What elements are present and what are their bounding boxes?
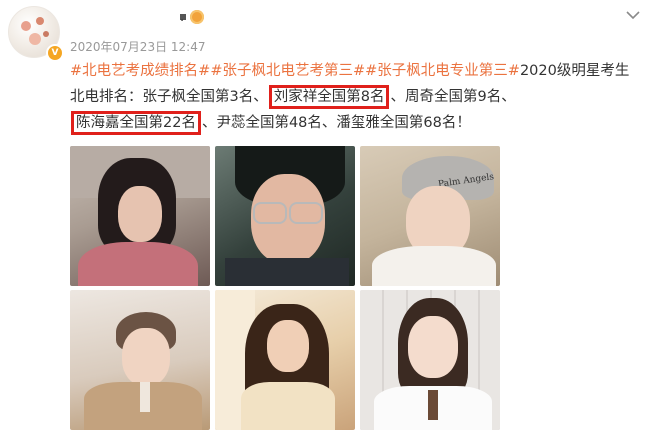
hashtag-link[interactable]: #张子枫北电艺考第三# — [210, 63, 365, 79]
post-photo[interactable] — [70, 290, 210, 430]
post-photo[interactable] — [215, 146, 355, 286]
verified-v-icon: V — [46, 44, 64, 62]
post-date[interactable]: 2020年07月23日 12:47 — [70, 38, 205, 55]
post-photo[interactable]: Palm Angels — [360, 146, 500, 286]
post-text-segment: 、周奇全国第9名、 — [390, 89, 516, 105]
author-name[interactable]: · — [180, 10, 204, 29]
author-name-text: · — [180, 14, 186, 29]
post-text: #北电艺考成绩排名##张子枫北电艺考第三##张子枫北电专业第三#2020级明星考… — [70, 58, 638, 136]
hashtag-link[interactable]: #张子枫北电专业第三# — [365, 63, 520, 79]
chevron-down-icon[interactable] — [626, 10, 640, 22]
highlighted-ranking: 刘家祥全国第8名 — [268, 85, 390, 109]
post-photo[interactable] — [360, 290, 500, 430]
post-photo[interactable] — [70, 146, 210, 286]
weibo-post: V · 2020年07月23日 12:47 #北电艺考成绩排名##张子枫北电艺考… — [0, 0, 650, 430]
highlighted-ranking: 陈海嘉全国第22名 — [71, 111, 201, 135]
vip-badge-icon — [190, 10, 204, 24]
post-photo[interactable] — [215, 290, 355, 430]
hashtag-link[interactable]: #北电艺考成绩排名# — [70, 63, 210, 79]
post-text-segment: 、尹蕊全国第48名、潘玺雅全国第68名！ — [201, 115, 471, 131]
